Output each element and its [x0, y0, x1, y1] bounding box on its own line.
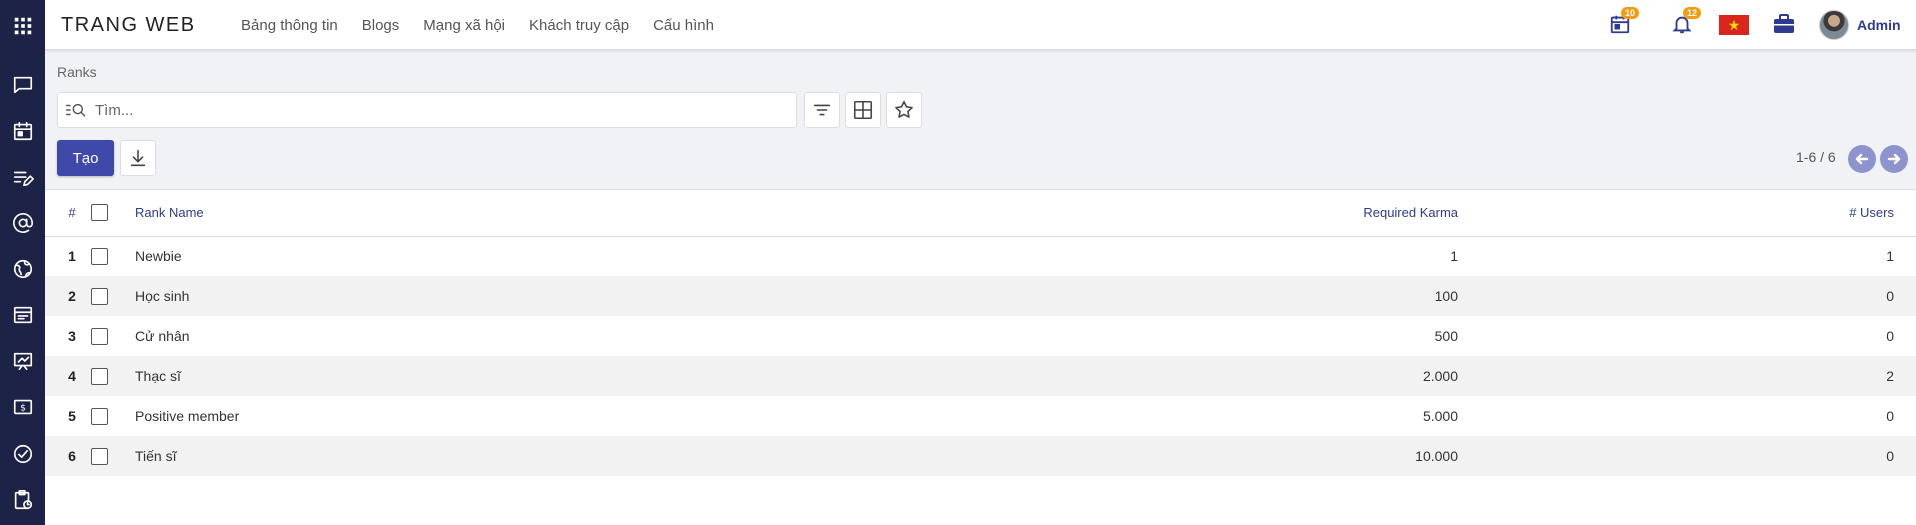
table-row[interactable]: 2 Học sinh 100 0: [45, 276, 1916, 316]
user-avatar[interactable]: [1819, 10, 1849, 40]
row-number: 4: [45, 356, 91, 396]
menu-item-configuration[interactable]: Cấu hình: [653, 17, 714, 34]
users-count-cell[interactable]: 1: [1476, 236, 1916, 276]
menu-item-visitors[interactable]: Khách truy cập: [529, 17, 629, 34]
required-karma-cell[interactable]: 2.000: [389, 356, 1476, 396]
elearning-icon[interactable]: [11, 349, 34, 372]
ranks-list: # Rank Name Required Karma # Users 1 New…: [45, 189, 1916, 525]
table-row[interactable]: 4 Thạc sĩ 2.000 2: [45, 356, 1916, 396]
notification-button[interactable]: 12: [1671, 6, 1702, 38]
rank-name-cell[interactable]: Thạc sĩ: [129, 356, 389, 396]
required-karma-cell[interactable]: 500: [389, 316, 1476, 356]
clipboard-icon[interactable]: [11, 488, 34, 511]
pager-next-button[interactable]: [1880, 145, 1908, 173]
table-header-row: # Rank Name Required Karma # Users: [45, 190, 1916, 237]
row-checkbox[interactable]: [91, 248, 108, 266]
ranks-table: # Rank Name Required Karma # Users 1 New…: [45, 190, 1916, 476]
svg-text:$: $: [20, 402, 26, 413]
grid-icon: [853, 100, 873, 120]
filter-button[interactable]: [804, 92, 840, 128]
table-row[interactable]: 5 Positive member 5.000 0: [45, 396, 1916, 436]
app-brand[interactable]: TRANG WEB: [61, 14, 196, 37]
rank-name-cell[interactable]: Học sinh: [129, 276, 389, 316]
globe-icon[interactable]: [11, 257, 34, 280]
vietnam-flag-icon[interactable]: ★: [1719, 15, 1749, 35]
row-checkbox[interactable]: [91, 287, 108, 305]
star-icon: [895, 100, 913, 118]
required-karma-cell[interactable]: 1: [389, 236, 1476, 276]
users-count-cell[interactable]: 2: [1476, 356, 1916, 396]
row-number: 2: [45, 276, 91, 316]
rank-name-cell[interactable]: Newbie: [129, 236, 389, 276]
row-checkbox[interactable]: [91, 407, 108, 425]
notes-icon[interactable]: [11, 166, 34, 189]
chat-icon[interactable]: [11, 73, 34, 96]
calendar-icon[interactable]: [11, 119, 34, 142]
briefcase-icon[interactable]: [1771, 12, 1797, 39]
required-karma-cell[interactable]: 10.000: [389, 436, 1476, 476]
select-all-checkbox[interactable]: [91, 204, 108, 222]
column-header-required-karma[interactable]: Required Karma: [389, 190, 1476, 237]
required-karma-cell[interactable]: 100: [389, 276, 1476, 316]
table-row[interactable]: 6 Tiến sĩ 10.000 0: [45, 436, 1916, 476]
main-menu: Bảng thông tin Blogs Mạng xã hội Khách t…: [241, 17, 714, 34]
menu-item-social[interactable]: Mạng xã hội: [423, 17, 505, 34]
row-number: 3: [68, 328, 76, 344]
column-header-number: #: [45, 190, 91, 237]
systray: 10 12 ★ Admin: [1609, 0, 1901, 50]
menu-item-dashboard[interactable]: Bảng thông tin: [241, 17, 338, 34]
table-row[interactable]: 3 Cử nhân 500 0: [45, 316, 1916, 356]
filter-icon: [813, 104, 831, 116]
search-bar: [57, 92, 797, 128]
pager-value[interactable]: 1-6 / 6: [1796, 149, 1836, 165]
column-header-rank-name[interactable]: Rank Name: [129, 190, 389, 237]
select-all-cell: [91, 190, 129, 237]
pager-previous-button[interactable]: [1848, 145, 1876, 173]
rank-name-cell[interactable]: Positive member: [129, 396, 389, 436]
notification-count-badge: 12: [1683, 6, 1702, 19]
download-icon: [130, 149, 146, 167]
user-name[interactable]: Admin: [1857, 17, 1901, 33]
arrow-right-icon: [1887, 153, 1901, 165]
column-header-users[interactable]: # Users: [1476, 190, 1916, 237]
row-checkbox[interactable]: [91, 367, 108, 385]
rank-name-cell[interactable]: Cử nhân: [129, 316, 389, 356]
check-icon[interactable]: [11, 442, 34, 465]
activity-button[interactable]: 10: [1609, 6, 1640, 38]
arrow-left-icon: [1855, 153, 1869, 165]
activity-count-badge: 10: [1621, 6, 1640, 19]
users-count-cell[interactable]: 0: [1476, 436, 1916, 476]
users-count-cell[interactable]: 0: [1476, 316, 1916, 356]
row-number: 5: [68, 408, 76, 424]
sidebar: $: [0, 0, 45, 525]
users-count-cell[interactable]: 0: [1476, 396, 1916, 436]
breadcrumb: Ranks: [57, 64, 97, 80]
table-row[interactable]: 1 Newbie 1 1: [45, 236, 1916, 276]
row-checkbox[interactable]: [91, 327, 108, 345]
row-number: 6: [45, 436, 91, 476]
document-icon[interactable]: [11, 303, 34, 326]
favorites-button[interactable]: [886, 92, 922, 128]
create-button[interactable]: Tạo: [57, 140, 114, 176]
required-karma-cell[interactable]: 5.000: [389, 396, 1476, 436]
group-by-button[interactable]: [845, 92, 881, 128]
money-icon[interactable]: $: [11, 395, 34, 418]
menu-item-blogs[interactable]: Blogs: [362, 17, 400, 34]
row-checkbox[interactable]: [91, 447, 108, 465]
apps-icon[interactable]: [11, 14, 34, 37]
search-input[interactable]: [95, 101, 745, 119]
search-options-icon[interactable]: [65, 101, 87, 119]
row-number: 1: [68, 248, 76, 265]
users-count-cell[interactable]: 0: [1476, 276, 1916, 316]
at-icon[interactable]: [11, 211, 34, 234]
download-button[interactable]: [120, 140, 156, 176]
rank-name-cell[interactable]: Tiến sĩ: [129, 436, 389, 476]
top-navbar: TRANG WEB Bảng thông tin Blogs Mạng xã h…: [45, 0, 1916, 50]
